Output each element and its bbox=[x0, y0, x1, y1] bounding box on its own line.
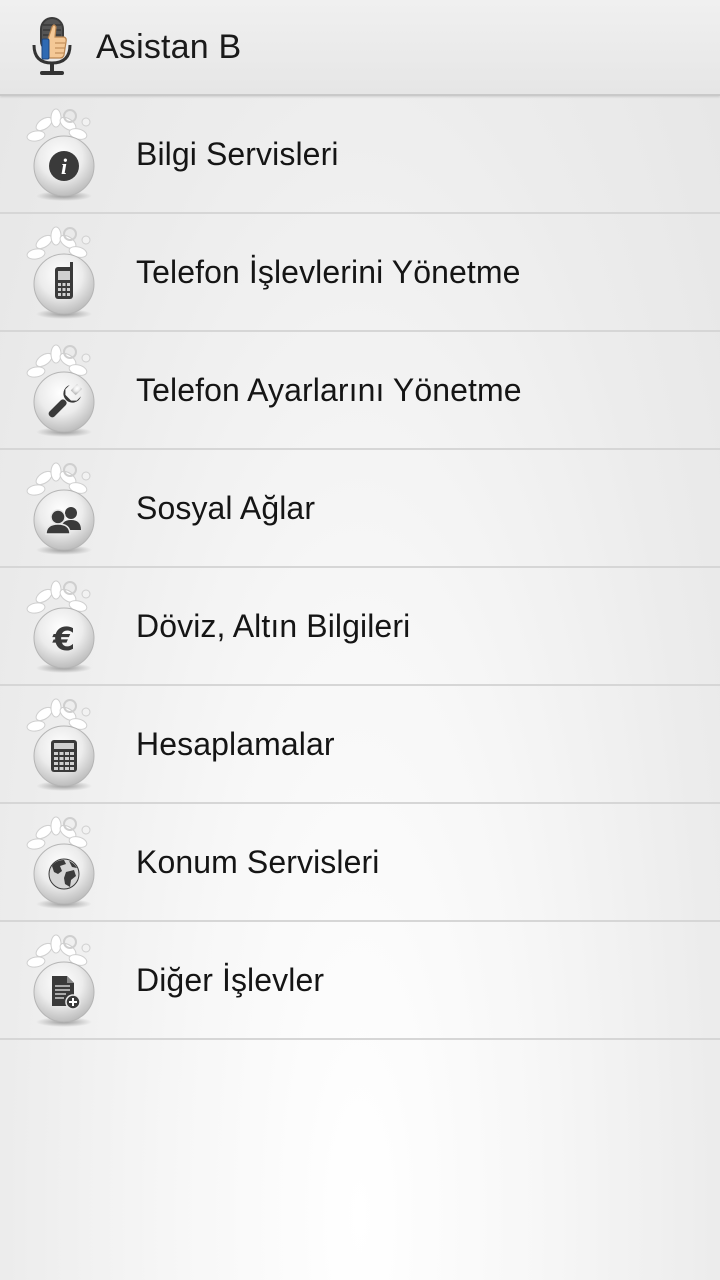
menu-item-telefon-ayarlari[interactable]: Telefon Ayarlarını Yönetme bbox=[0, 332, 720, 450]
menu-item-konum-servisleri[interactable]: Konum Servisleri bbox=[0, 804, 720, 922]
users-icon bbox=[14, 462, 110, 558]
menu-item-diger-islevler[interactable]: Diğer İşlevler bbox=[0, 922, 720, 1040]
menu-item-label: Sosyal Ağlar bbox=[136, 489, 316, 526]
menu-item-bilgi-servisleri[interactable]: i Bilgi Servisleri bbox=[0, 96, 720, 214]
menu-item-label: Bilgi Servisleri bbox=[136, 135, 339, 172]
menu-item-label: Döviz, Altın Bilgileri bbox=[136, 607, 411, 644]
euro-icon: € bbox=[14, 580, 110, 676]
globe-icon bbox=[14, 816, 110, 912]
menu-item-label: Diğer İşlevler bbox=[136, 961, 325, 998]
svg-text:€: € bbox=[52, 620, 75, 658]
mobile-phone-icon bbox=[14, 226, 110, 322]
menu-item-telefon-islevleri[interactable]: Telefon İşlevlerini Yönetme bbox=[0, 214, 720, 332]
svg-text:i: i bbox=[61, 154, 68, 179]
menu-item-doviz-altin[interactable]: € Döviz, Altın Bilgileri bbox=[0, 568, 720, 686]
action-bar: Asistan B bbox=[0, 0, 720, 96]
menu-item-label: Telefon İşlevlerini Yönetme bbox=[136, 253, 521, 290]
wrench-icon bbox=[14, 344, 110, 440]
app-title: Asistan B bbox=[96, 27, 242, 66]
menu-item-label: Konum Servisleri bbox=[136, 843, 380, 880]
app-screen: Asistan B i Bilgi Servisleri Telefon İşl… bbox=[0, 0, 720, 1280]
menu-item-label: Hesaplamalar bbox=[136, 725, 335, 762]
menu-item-sosyal-aglar[interactable]: Sosyal Ağlar bbox=[0, 450, 720, 568]
calculator-icon bbox=[14, 698, 110, 794]
menu-list: i Bilgi Servisleri Telefon İşlevlerini Y… bbox=[0, 96, 720, 1040]
menu-item-label: Telefon Ayarlarını Yönetme bbox=[136, 371, 522, 408]
menu-item-hesaplamalar[interactable]: Hesaplamalar bbox=[0, 686, 720, 804]
info-icon: i bbox=[14, 108, 110, 204]
microphone-thumbs-up-icon[interactable] bbox=[26, 15, 78, 79]
document-add-icon bbox=[14, 934, 110, 1030]
